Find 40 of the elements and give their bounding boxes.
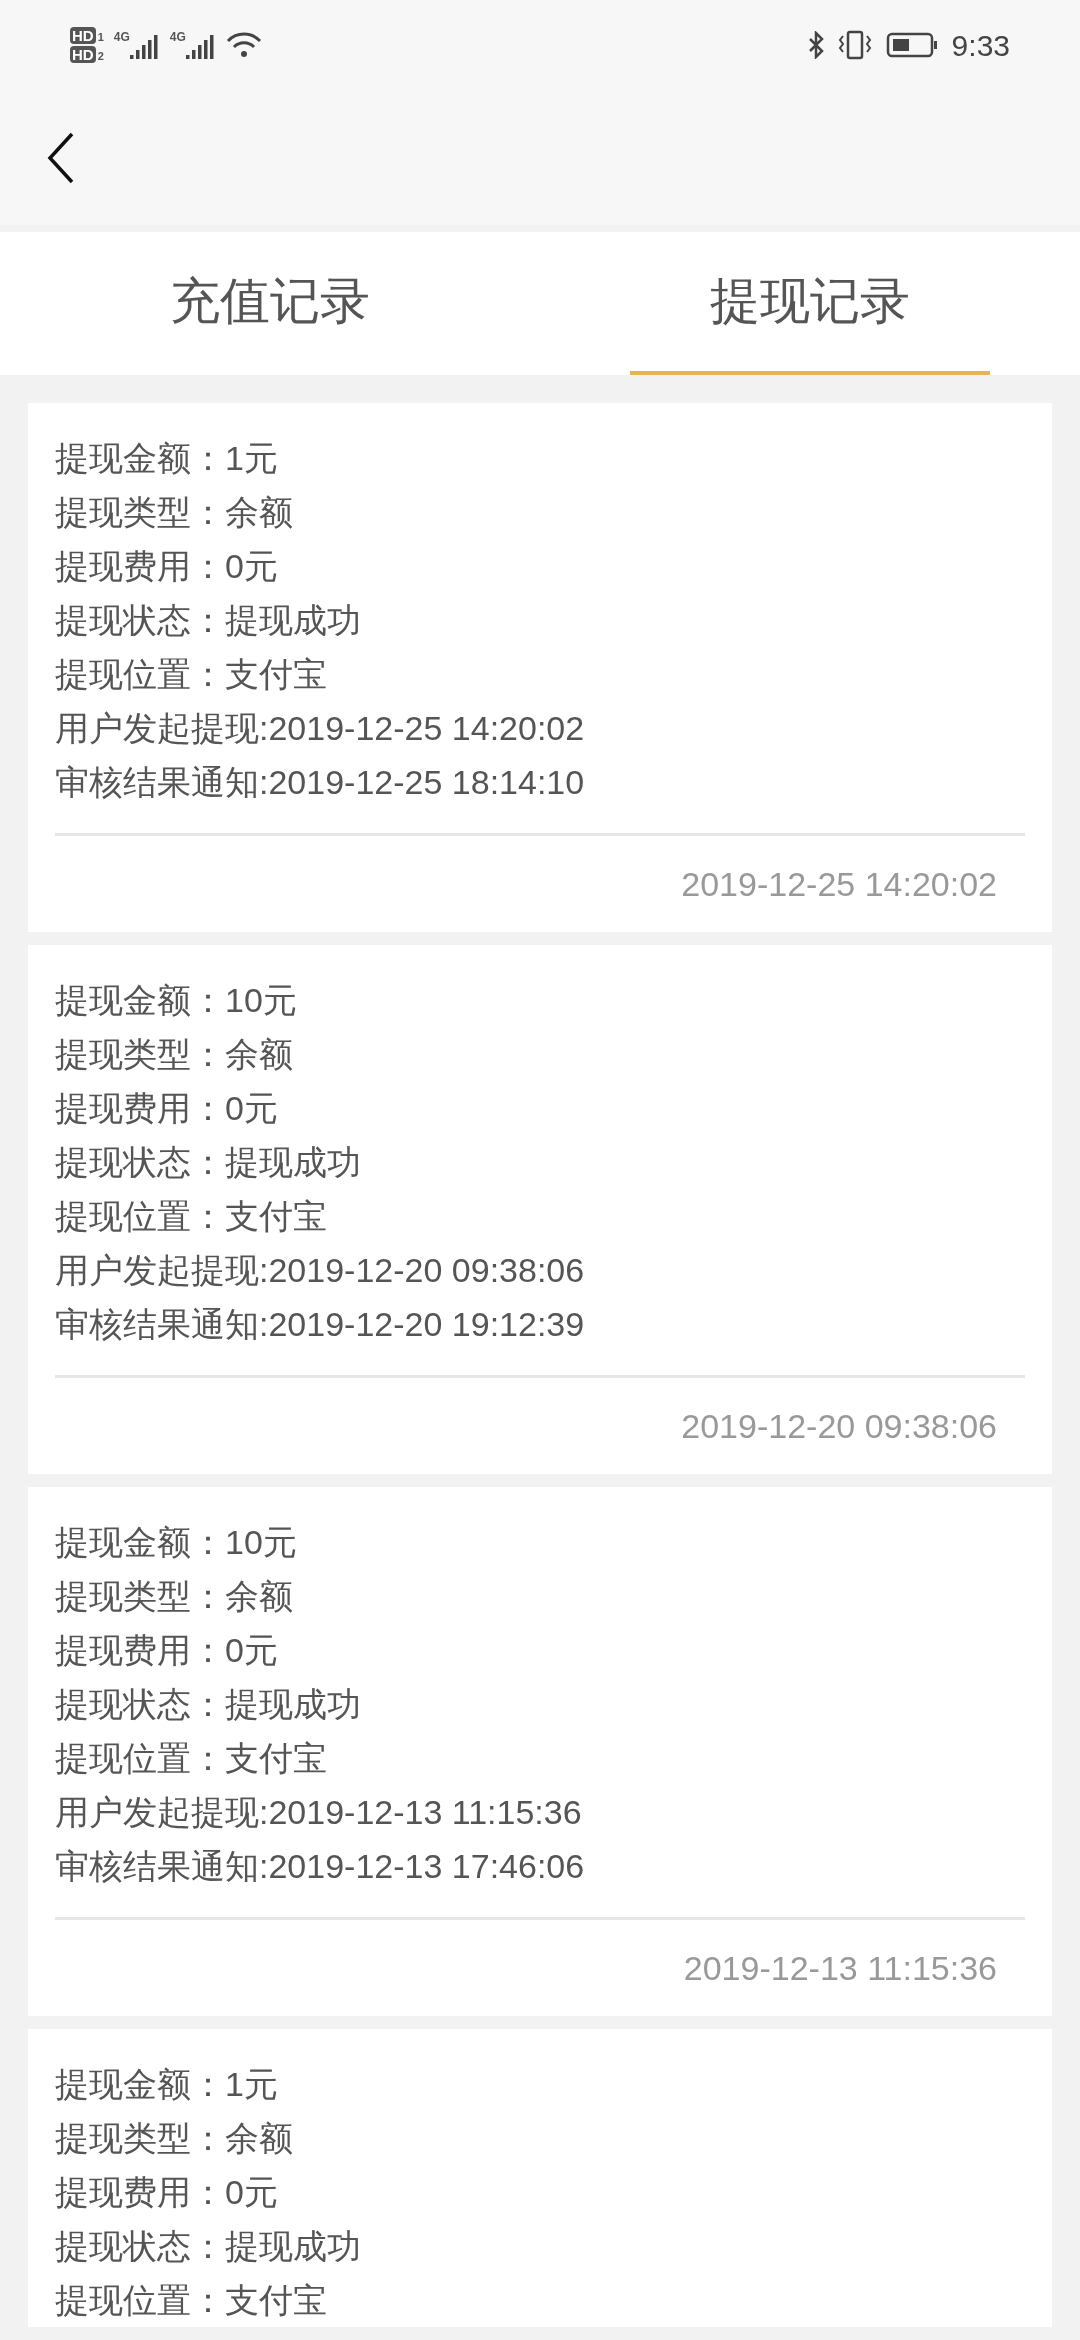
record-line: 提现金额：1元 bbox=[55, 2064, 278, 2105]
vibrate-icon bbox=[837, 30, 872, 60]
tab[interactable]: 提现记录 bbox=[630, 232, 990, 375]
record-line: 提现类型：余额 bbox=[55, 1034, 293, 1075]
record-line: 审核结果通知:2019-12-20 19:12:39 bbox=[55, 1304, 585, 1345]
network-label: 4G bbox=[169, 31, 186, 43]
tab[interactable]: 充值记录 bbox=[90, 232, 450, 375]
record-line: 提现费用：0元 bbox=[55, 546, 278, 587]
record-line: 用户发起提现:2019-12-25 14:20:02 bbox=[55, 708, 585, 749]
wifi-icon bbox=[225, 31, 262, 59]
record-time: 2019-12-20 09:38:06 bbox=[681, 1405, 997, 1447]
record-line: 提现类型：余额 bbox=[55, 492, 293, 533]
status-time: 9:33 bbox=[951, 27, 1010, 64]
record-line: 提现金额：10元 bbox=[55, 980, 297, 1021]
record-line: 提现费用：0元 bbox=[55, 1630, 278, 1671]
record-line: 提现位置：支付宝 bbox=[55, 654, 327, 695]
record-line: 提现类型：余额 bbox=[55, 2118, 293, 2159]
record-line: 提现状态：提现成功 bbox=[55, 2226, 361, 2267]
hd-indicator: HD 2 bbox=[70, 47, 104, 62]
record-line: 用户发起提现:2019-12-13 11:15:36 bbox=[55, 1792, 582, 1833]
record-line: 提现金额：1元 bbox=[55, 438, 278, 479]
record-line: 提现状态：提现成功 bbox=[55, 1684, 361, 1725]
record-line: 提现位置：支付宝 bbox=[55, 1196, 327, 1237]
record-line: 提现类型：余额 bbox=[55, 1576, 293, 1617]
record-line: 审核结果通知:2019-12-13 17:46:06 bbox=[55, 1846, 585, 1887]
record-line: 提现状态：提现成功 bbox=[55, 600, 361, 641]
record-line: 提现状态：提现成功 bbox=[55, 1142, 361, 1183]
record-time: 2019-12-13 11:15:36 bbox=[683, 1947, 997, 1989]
record-line: 提现金额：10元 bbox=[55, 1522, 297, 1563]
record-line: 提现费用：0元 bbox=[55, 1088, 278, 1129]
record-line: 审核结果通知:2019-12-25 18:14:10 bbox=[55, 762, 585, 803]
battery-icon bbox=[885, 31, 938, 59]
record-line: 提现费用：0元 bbox=[55, 2172, 278, 2213]
record-line: 用户发起提现:2019-12-20 09:38:06 bbox=[55, 1250, 585, 1291]
hd-indicator: HD 1 bbox=[70, 28, 104, 43]
bluetooth-icon bbox=[807, 31, 824, 59]
record-line: 提现位置：支付宝 bbox=[55, 2280, 327, 2321]
record-time: 2019-12-25 14:20:02 bbox=[681, 863, 997, 905]
network-label: 4G bbox=[113, 31, 130, 43]
record-line: 提现位置：支付宝 bbox=[55, 1738, 327, 1779]
